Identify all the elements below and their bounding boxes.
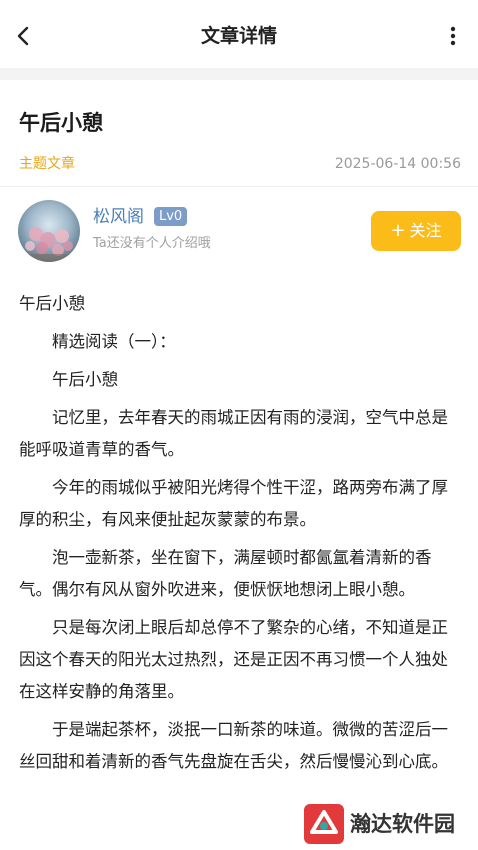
more-vertical-icon	[450, 26, 456, 46]
section-divider	[0, 68, 478, 80]
author-bio: Ta还没有个人介绍哦	[93, 236, 211, 251]
page-title: 文章详情	[200, 25, 277, 47]
content-paragraph: 今年的雨城似乎被阳光烤得个性干涩，路两旁布满了厚厚的积尘，有风来便扯起灰蒙蒙的布…	[19, 478, 448, 529]
author-avatar[interactable]	[18, 200, 80, 262]
content-paragraph: 只是每次闭上眼后却总停不了繁杂的心绪，不知道是正因这个春天的阳光太过热烈，还是正…	[19, 618, 448, 701]
author-name[interactable]: 松风阁	[93, 206, 144, 228]
article-meta: 主题文章 2025-06-14 00:56	[19, 153, 461, 175]
follow-button[interactable]: + 关注	[371, 211, 461, 251]
publish-timestamp: 2025-06-14 00:56	[334, 156, 461, 172]
more-options-button[interactable]	[446, 24, 460, 48]
content-paragraph: 午后小憩	[52, 370, 118, 389]
content-paragraph: 泡一壶新茶，坐在窗下，满屋顿时都氤氲着清新的香气。偶尔有风从窗外吹进来，便恹恹地…	[19, 548, 432, 599]
category-link[interactable]: 主题文章	[19, 153, 75, 175]
content-paragraph: 午后小憩	[19, 294, 85, 313]
article-body: 午后小憩 精选阅读（一）： 午后小憩 记忆里，去年春天的雨城正因有雨的浸润，空气…	[19, 288, 459, 784]
divider-line	[0, 186, 478, 187]
follow-label: 关注	[409, 221, 442, 240]
watermark: 瀚达软件园	[300, 800, 478, 850]
content-paragraph: 记忆里，去年春天的雨城正因有雨的浸润，空气中总是能呼吸道青草的香气。	[19, 408, 448, 459]
watermark-logo-icon	[304, 804, 344, 844]
author-card: 松风阁 Lv0 Ta还没有个人介绍哦 + 关注	[18, 200, 461, 264]
article-title: 午后小憩	[19, 111, 103, 135]
plus-icon: +	[390, 220, 406, 241]
top-navigation-bar: 文章详情	[0, 0, 478, 72]
content-paragraph: 精选阅读（一）：	[52, 332, 176, 351]
content-paragraph: 于是端起茶杯，淡抿一口新茶的味道。微微的苦涩后一丝回甜和着清新的香气先盘旋在舌尖…	[19, 720, 448, 771]
level-badge: Lv0	[154, 207, 188, 226]
watermark-text: 瀚达软件园	[350, 811, 455, 836]
